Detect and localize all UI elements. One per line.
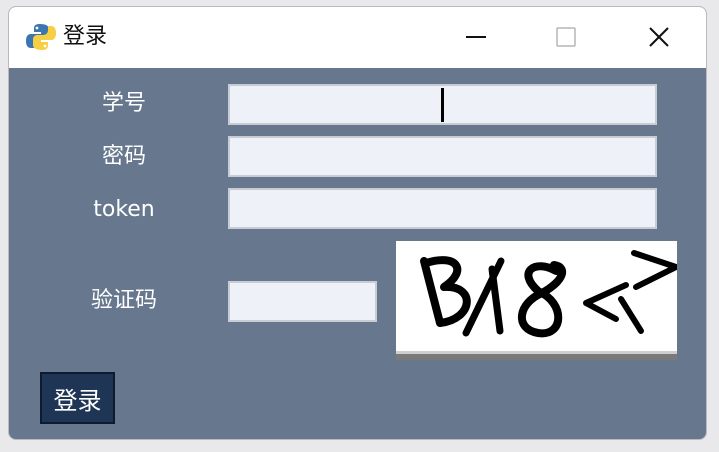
token-input[interactable] xyxy=(228,188,657,229)
python-icon xyxy=(26,24,56,50)
password-label: 密码 xyxy=(101,144,146,169)
login-button[interactable]: 登录 xyxy=(40,372,115,424)
maximize-icon xyxy=(556,27,576,47)
close-icon xyxy=(649,27,669,47)
captcha-drawing xyxy=(396,241,679,360)
password-input[interactable] xyxy=(228,136,657,177)
login-window: 登录 学号 密码 token 验证码 登录 xyxy=(8,6,707,440)
student-id-label: 学号 xyxy=(101,91,146,116)
minimize-icon xyxy=(466,36,486,38)
captcha-label: 验证码 xyxy=(90,288,157,313)
maximize-button[interactable] xyxy=(544,17,588,57)
text-cursor xyxy=(441,88,444,122)
captcha-image[interactable] xyxy=(396,241,679,360)
captcha-input[interactable] xyxy=(228,281,377,322)
window-title: 登录 xyxy=(63,24,108,49)
title-bar: 登录 xyxy=(9,7,706,68)
minimize-button[interactable] xyxy=(454,17,498,57)
close-button[interactable] xyxy=(637,17,681,57)
token-label: token xyxy=(93,197,155,222)
